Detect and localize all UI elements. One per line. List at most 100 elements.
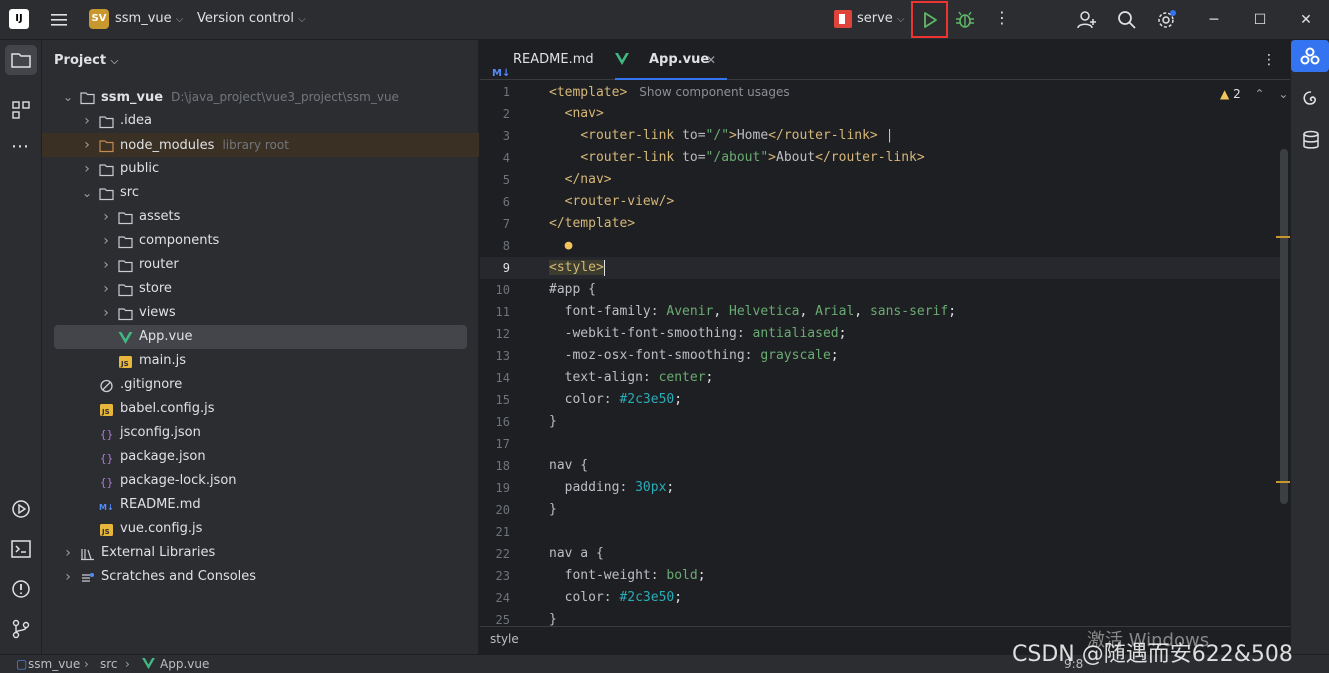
project-title-label: Project [54,53,107,68]
tree-item[interactable]: › .idea [42,109,479,133]
chevron-right-icon[interactable]: › [100,301,112,325]
tree-item[interactable]: › External Libraries [42,541,479,565]
tab-app-vue[interactable]: App.vue ✕ [615,40,727,80]
tree-item-label: .gitignore [120,373,182,397]
ai-assistant-icon[interactable] [1299,88,1323,112]
maximize-icon[interactable]: ☐ [1251,11,1269,29]
problems-icon[interactable] [9,577,33,601]
chevron-right-icon[interactable]: › [81,109,93,133]
services-run-icon[interactable] [9,497,33,521]
run-config-selector[interactable]: serve ⌵ [857,11,905,26]
tree-item-label: App.vue [139,325,192,349]
folder-icon [99,138,114,153]
vcs-menu[interactable]: Version control ⌵ [197,11,306,26]
status-crumb-project[interactable]: ssm_vue [28,657,80,671]
tree-item[interactable]: › store [42,277,479,301]
lightbulb-icon[interactable]: ● [565,238,573,253]
breadcrumb-style[interactable]: style [490,632,519,646]
chevron-right-icon[interactable]: › [100,229,112,253]
editor-area: M↓ README.md App.vue ✕ ⋮ ▲ 2 ⌃ ⌄ 1 <templ… [480,40,1290,626]
tree-item[interactable]: JS main.js [42,349,479,373]
tree-item[interactable]: › components [42,229,479,253]
markdown-icon: M↓ [99,498,114,512]
tree-item[interactable]: › router [42,253,479,277]
folder-icon [99,162,114,177]
structure-icon[interactable] [9,98,33,122]
tree-item-detail: D:\java_project\vue3_project\ssm_vue [171,90,399,104]
tree-item[interactable]: M↓ README.md [42,493,479,517]
warning-marker[interactable] [1276,481,1290,483]
main-menu-icon[interactable] [50,11,68,29]
tree-item-label: package-lock.json [120,469,237,493]
search-icon[interactable] [1116,9,1138,31]
terminal-icon[interactable] [9,537,33,561]
code-line: 16} [495,414,557,429]
tree-item[interactable]: {} package-lock.json [42,469,479,493]
close-tab-icon[interactable]: ✕ [706,40,716,80]
code-editor[interactable]: ▲ 2 ⌃ ⌄ 1 <template> Show component usages… [480,81,1290,626]
code-line: 17 [495,437,510,451]
tab-readme-label: README.md [513,52,594,67]
chevron-right-icon[interactable]: › [81,133,93,157]
chevron-right-icon[interactable]: › [62,541,74,565]
vue-icon [615,53,629,65]
minimize-icon[interactable]: ─ [1205,11,1223,29]
tree-item-label: README.md [120,493,201,517]
chevron-down-icon: ⌵ [896,14,905,25]
tree-item[interactable]: App.vue [54,325,467,349]
tree-item[interactable]: ⌄ ssm_vue D:\java_project\vue3_project\ssm… [42,85,479,109]
tree-item[interactable]: ⌄ src [42,181,479,205]
add-user-icon[interactable] [1076,9,1098,31]
project-panel-title[interactable]: Project ⌵ [54,53,118,68]
tab-options-icon[interactable]: ⋮ [1262,52,1276,68]
git-icon[interactable] [9,617,33,641]
tree-item-detail: library root [222,138,289,152]
tree-item-name: jsconfig.json [120,425,201,440]
tree-item[interactable]: › node_modules library root [42,133,479,157]
cloud-icon [1300,47,1320,65]
tree-item[interactable]: .gitignore [42,373,479,397]
run-button[interactable] [911,1,948,38]
chevron-right-icon[interactable]: › [100,253,112,277]
chevron-down-icon[interactable]: ⌄ [81,181,93,205]
code-line: 23 font-weight: bold; [495,568,706,583]
chevron-right-icon[interactable]: › [100,277,112,301]
editor-scrollbar[interactable] [1280,149,1288,504]
more-tools-icon[interactable]: ⋯ [11,136,29,157]
code-line: 13 -moz-osx-font-smoothing: grayscale; [495,348,839,363]
project-badge[interactable]: SV [89,9,109,29]
tree-item-label: src [120,181,139,205]
chevron-right-icon[interactable]: › [62,565,74,589]
code-line: 10 #app { [495,282,596,297]
status-crumb-src[interactable]: src [100,657,118,671]
tree-item[interactable]: JS vue.config.js [42,517,479,541]
status-crumb-file[interactable]: App.vue [160,657,209,671]
run-config-label: serve [857,11,893,26]
tree-item[interactable]: › assets [42,205,479,229]
code-line: 14 text-align: center; [495,370,714,385]
tab-readme[interactable]: M↓ README.md [492,40,612,80]
debug-icon[interactable] [954,9,976,31]
tree-item-name: package.json [120,449,206,464]
close-window-icon[interactable]: ✕ [1297,11,1315,29]
cloud-plugin-button[interactable] [1291,40,1329,72]
chevron-right-icon[interactable]: › [100,205,112,229]
more-actions-icon[interactable]: ⋮ [994,8,1010,27]
settings-gear-icon[interactable] [1155,9,1177,31]
tree-item[interactable]: {} package.json [42,445,479,469]
vue-icon [118,330,133,344]
tree-item[interactable]: › Scratches and Consoles [42,565,479,589]
chevron-down-icon[interactable]: ⌄ [62,85,74,109]
tree-item[interactable]: › public [42,157,479,181]
tree-item-label: ssm_vue D:\java_project\vue3_project\ssm_… [101,85,399,110]
chevron-right-icon[interactable]: › [81,157,93,181]
project-switcher[interactable]: ssm_vue ⌵ [115,11,183,26]
tree-item[interactable]: JS babel.config.js [42,397,479,421]
warning-marker[interactable] [1276,236,1290,238]
database-icon[interactable] [1299,128,1323,152]
tree-item[interactable]: › views [42,301,479,325]
code-vision-hint[interactable]: Show component usages [639,85,789,99]
app-logo: IJ [9,9,29,29]
tree-item-label: main.js [139,349,186,373]
tree-item[interactable]: {} jsconfig.json [42,421,479,445]
